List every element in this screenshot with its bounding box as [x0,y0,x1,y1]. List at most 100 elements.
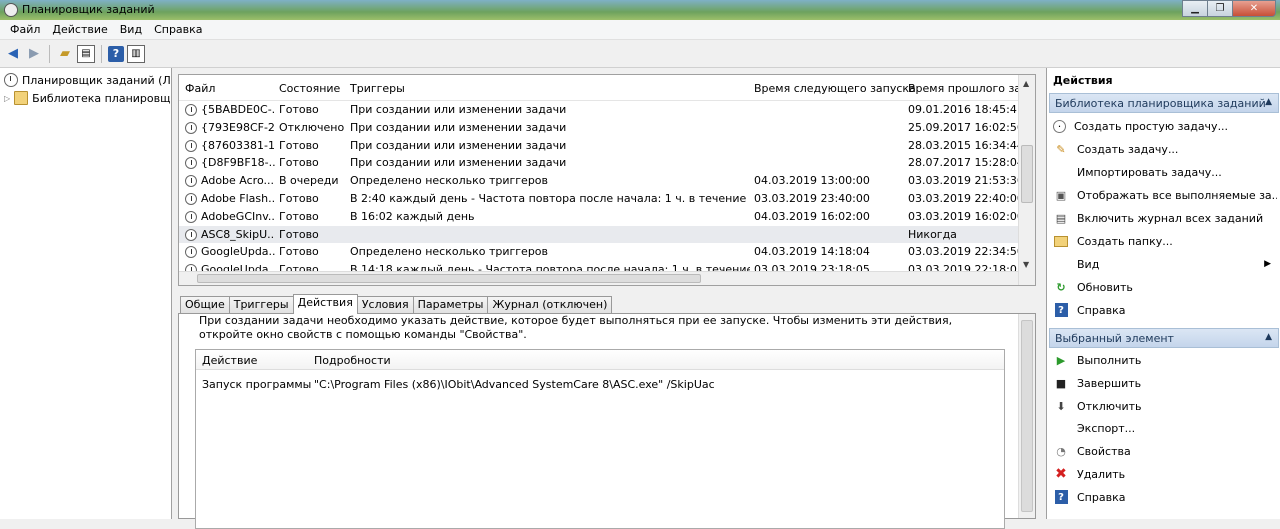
action-create-basic-task[interactable]: · Создать простую задачу... [1053,116,1277,136]
action-help-selected[interactable]: ? Справка [1053,487,1277,507]
task-last-run: 03.03.2019 22:40:00 [908,192,1024,205]
table-row[interactable]: Adobe Acro... В очереди Определено неско… [179,172,1024,190]
task-clock-icon [185,121,197,134]
tree-item-root[interactable]: Планировщик заданий (Локальный) [4,71,170,89]
action-properties[interactable]: ◔ Свойства [1053,441,1277,461]
action-label: Удалить [1077,467,1126,481]
maximize-button[interactable]: ❐ [1207,0,1233,17]
scroll-up-icon[interactable]: ▲ [1023,79,1029,88]
table-row[interactable]: {87603381-1... Готово При создании или и… [179,137,1024,155]
table-row[interactable]: Adobe Flash... Готово В 2:40 каждый день… [179,190,1024,208]
task-last-run: 28.03.2015 16:34:44 [908,138,1024,152]
collapse-caret-icon[interactable]: ▲ [1265,97,1272,107]
minimize-button[interactable]: ▁ [1182,0,1208,17]
vertical-scroll-thumb[interactable] [1021,145,1033,203]
task-state: Готово [279,227,319,241]
action-help[interactable]: ? Справка [1053,300,1277,320]
delete-icon: ✖ [1055,466,1067,482]
menu-view[interactable]: Вид [114,23,148,36]
action-display-running[interactable]: ▣ Отображать все выполняемые за... [1053,185,1277,205]
task-list-vertical-scrollbar[interactable]: ▲ ▼ [1018,75,1035,285]
column-header-triggers[interactable]: Триггеры [350,82,405,95]
column-header-next-run[interactable]: Время следующего запуска [754,82,916,95]
action-label: Включить журнал всех заданий [1077,211,1264,225]
action-disable[interactable]: ⬇ Отключить [1053,396,1277,416]
action-create-folder[interactable]: Создать папку... [1053,231,1277,251]
action-import-task[interactable]: Импортировать задачу... [1053,162,1277,182]
task-state: В очереди [279,174,339,188]
tree-item-library[interactable]: ▷ Библиотека планировщика заданий [4,89,170,107]
task-name: Adobe Acro... [201,174,274,188]
section-header-library[interactable]: Библиотека планировщика заданий ▲ [1049,93,1279,113]
action-export[interactable]: Экспорт... [1053,418,1277,438]
table-row[interactable]: AdobeGCInv... Готово В 16:02 каждый день… [179,208,1024,226]
collapse-caret-icon[interactable]: ▲ [1265,332,1272,342]
detail-vertical-scrollbar[interactable] [1018,314,1035,518]
task-clock-icon [185,175,197,188]
disable-icon: ⬇ [1056,399,1066,413]
title-bar: Планировщик заданий ▁ ❐ ✕ [0,0,1280,20]
forward-arrow-icon[interactable]: ▶ [25,45,43,63]
tab-history[interactable]: Журнал (отключен) [487,296,613,314]
action-details: "C:\Program Files (x86)\IObit\Advanced S… [314,378,715,391]
show-hide-action-pane-icon[interactable]: ▥ [127,44,145,63]
task-name: ASC8_SkipU... [201,227,275,241]
stop-icon: ■ [1055,376,1067,390]
back-arrow-icon[interactable]: ◀ [4,45,22,63]
tab-general[interactable]: Общие [180,296,230,314]
action-label: Создать папку... [1077,234,1173,248]
action-delete[interactable]: ✖ Удалить [1053,464,1277,484]
table-row-selected[interactable]: ASC8_SkipU... Готово Никогда [179,225,1019,244]
tab-settings[interactable]: Параметры [412,296,489,314]
action-label: Экспорт... [1077,421,1136,435]
task-clock-icon [185,104,197,116]
column-header-name[interactable]: Файл [185,82,215,95]
task-last-run: Никогда [908,227,957,241]
menu-help[interactable]: Справка [148,23,208,36]
column-header-details[interactable]: Подробности [314,354,391,367]
action-label: Завершить [1077,376,1142,390]
table-row[interactable]: GoogleUpda... Готово Определено нескольк… [179,243,1024,261]
menu-file[interactable]: Файл [4,23,46,36]
action-run[interactable]: ▶ Выполнить [1053,350,1277,370]
action-refresh[interactable]: ↻ Обновить [1053,277,1277,297]
column-header-state[interactable]: Состояние [279,82,340,95]
tab-actions[interactable]: Действия [292,294,358,314]
actions-description: При создании задачи необходимо указать д… [199,314,953,341]
vertical-scroll-thumb[interactable] [1021,320,1033,512]
refresh-icon: ↻ [1056,280,1066,294]
action-label: Импортировать задачу... [1077,165,1222,179]
task-name: {D8F9BF18-... [201,156,275,170]
table-row[interactable]: {793E98CF-2... Отключено При создании ил… [179,119,1024,137]
action-view[interactable]: Вид ▶ [1053,254,1277,274]
show-hide-tree-icon[interactable]: ▤ [77,44,95,63]
action-end[interactable]: ■ Завершить [1053,373,1277,393]
tab-triggers[interactable]: Триггеры [228,296,294,314]
column-header-action[interactable]: Действие [202,354,257,367]
action-create-task[interactable]: ✎ Создать задачу... [1053,139,1277,159]
export-placeholder-icon [1053,420,1069,436]
tree-item-label: Планировщик заданий (Локальный) [22,73,170,87]
up-folder-icon[interactable]: ▰ [56,45,74,63]
toolbar: ◀ ▶ ▰ ▤ ? ▥ [0,40,1280,68]
tab-conditions[interactable]: Условия [356,296,414,314]
task-list-horizontal-scrollbar[interactable] [179,271,1019,285]
close-button[interactable]: ✕ [1232,0,1276,17]
task-clock-icon [185,210,197,223]
table-row[interactable]: {D8F9BF18-... Готово При создании или из… [179,154,1024,172]
expand-arrow-icon[interactable]: ▷ [4,94,10,103]
action-label: Справка [1077,303,1126,317]
help-icon[interactable]: ? [108,45,124,62]
section-header-selected-item[interactable]: Выбранный элемент ▲ [1049,328,1279,348]
column-header-last-run[interactable]: Время прошлого запуска [908,82,1018,95]
task-trigger: При создании или изменении задачи [350,156,567,170]
action-enable-history[interactable]: ▤ Включить журнал всех заданий [1053,208,1277,228]
actions-pane-title: Действия [1047,68,1280,92]
task-state: Готово [279,156,319,170]
task-next-run: 04.03.2019 16:02:00 [754,209,870,223]
horizontal-scroll-thumb[interactable] [197,274,701,283]
menu-action[interactable]: Действие [46,23,113,36]
table-row[interactable]: {5BABDE0C-... Готово При создании или из… [179,101,1024,119]
task-trigger: В 16:02 каждый день [350,209,475,223]
scroll-down-icon[interactable]: ▼ [1023,260,1029,269]
